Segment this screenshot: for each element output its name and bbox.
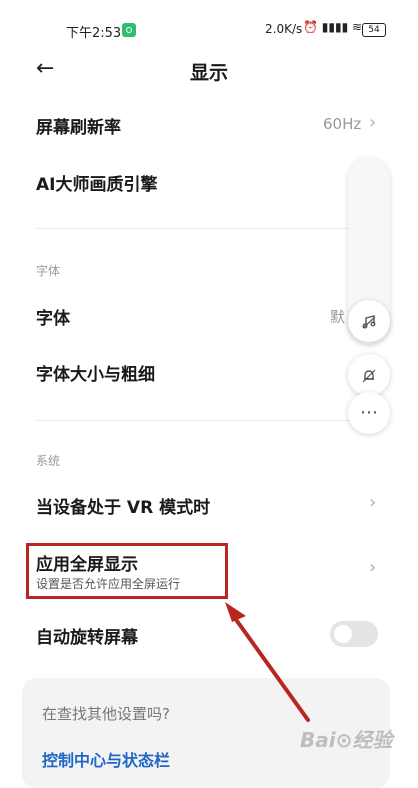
baidu-watermark: Bai⊙经验	[300, 728, 393, 752]
annotation-arrow	[225, 602, 310, 722]
